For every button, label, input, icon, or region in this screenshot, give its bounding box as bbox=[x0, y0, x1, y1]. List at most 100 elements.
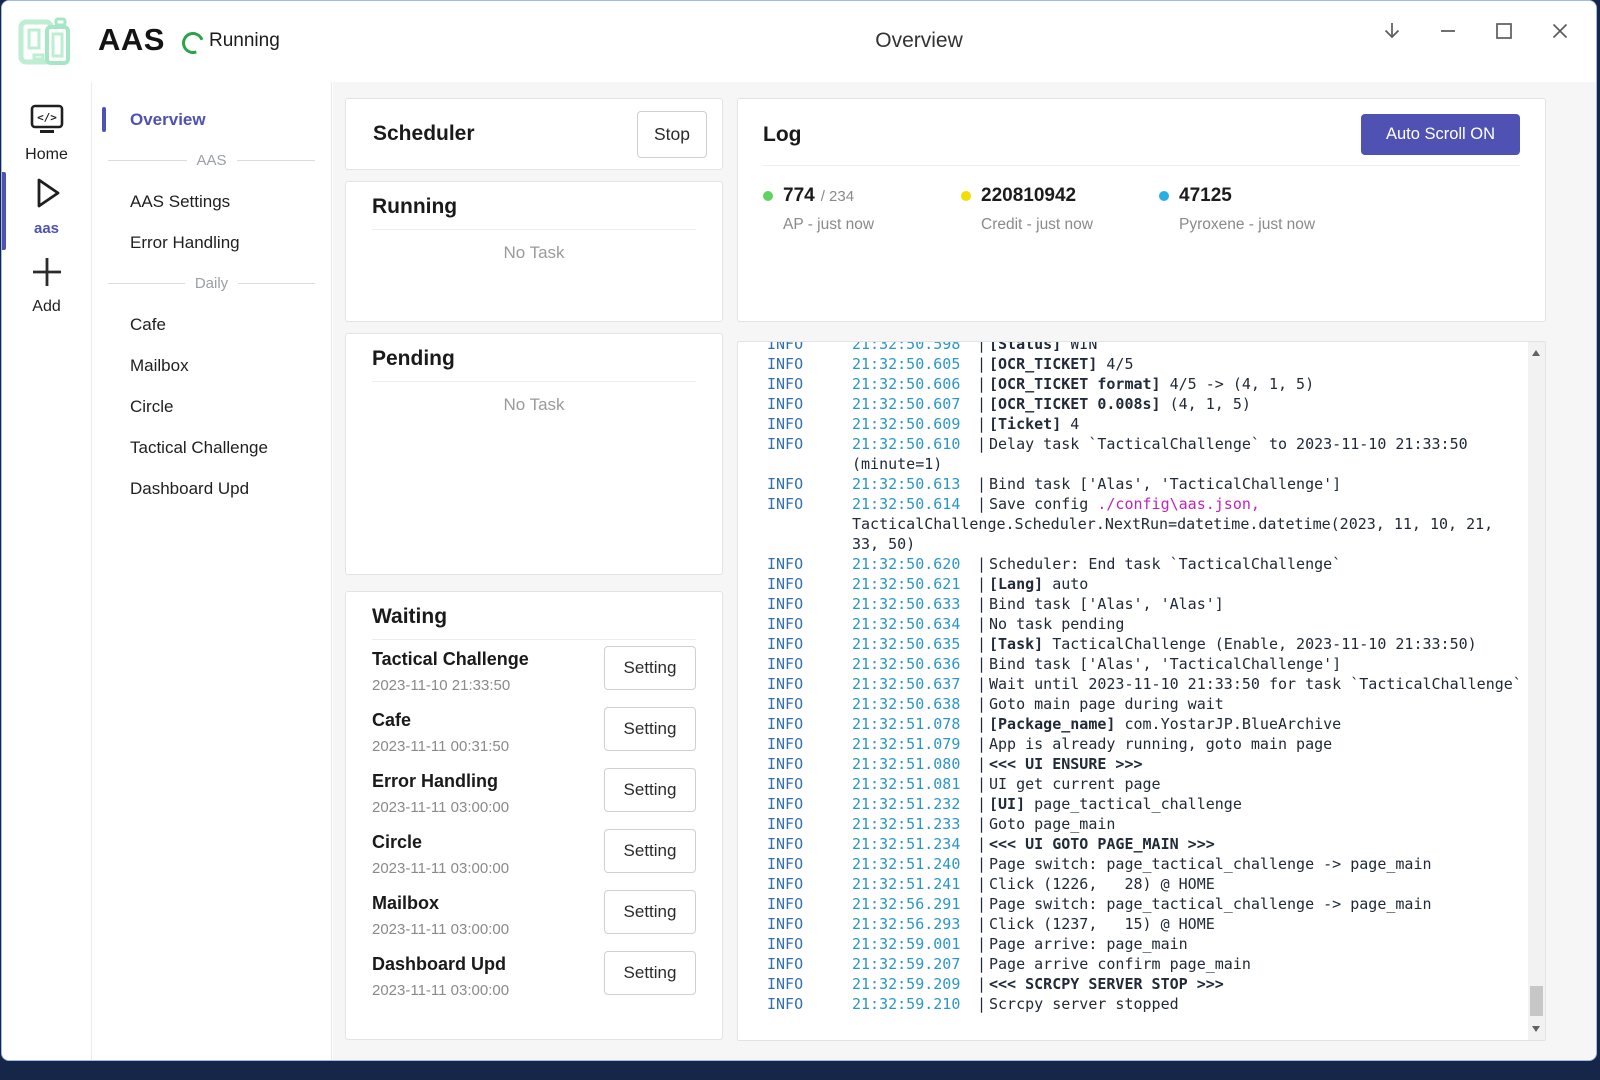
log-lines: INFO21:32:50.598|[Status] WININFO21:32:5… bbox=[738, 341, 1528, 1014]
log-message: [OCR_TICKET] 4/5 bbox=[989, 354, 1528, 374]
setting-button[interactable]: Setting bbox=[604, 829, 696, 873]
log-separator: | bbox=[977, 854, 989, 874]
log-row: INFO21:32:50.638|Goto main page during w… bbox=[738, 694, 1528, 714]
log-message: Scrcpy server stopped bbox=[989, 994, 1528, 1014]
rail-item-add[interactable]: Add bbox=[2, 254, 91, 316]
waiting-row-dashboard-upd: Dashboard Upd2023-11-11 03:00:00Setting bbox=[372, 945, 696, 1006]
log-separator: | bbox=[977, 574, 989, 594]
scroll-up-icon[interactable] bbox=[1532, 350, 1540, 356]
rail-item-aas[interactable]: aas bbox=[2, 174, 91, 237]
plus-icon bbox=[27, 254, 67, 290]
log-message: Page switch: page_tactical_challenge -> … bbox=[989, 854, 1528, 874]
auto-scroll-button[interactable]: Auto Scroll ON bbox=[1361, 114, 1520, 155]
setting-button[interactable]: Setting bbox=[604, 646, 696, 690]
log-time: 21:32:51.240 bbox=[852, 854, 977, 874]
log-message-segment: Goto main page during wait bbox=[989, 695, 1224, 713]
running-empty-text: No Task bbox=[372, 243, 696, 263]
log-header: Log Auto Scroll ON bbox=[763, 114, 1520, 155]
log-time: 21:32:50.635 bbox=[852, 634, 977, 654]
log-time: 21:32:51.078 bbox=[852, 714, 977, 734]
log-level: INFO bbox=[767, 614, 852, 634]
log-separator: | bbox=[977, 894, 989, 914]
close-icon[interactable] bbox=[1548, 19, 1572, 43]
log-separator: | bbox=[977, 974, 989, 994]
log-message: Goto main page during wait bbox=[989, 694, 1528, 714]
log-time: 21:32:50.609 bbox=[852, 414, 977, 434]
log-time: 21:32:50.633 bbox=[852, 594, 977, 614]
log-message-segment: auto bbox=[1043, 575, 1088, 593]
log-message: Goto page_main bbox=[989, 814, 1528, 834]
log-message-segment: Scrcpy server stopped bbox=[989, 995, 1179, 1013]
scroll-down-icon[interactable] bbox=[1532, 1026, 1540, 1032]
log-time: 21:32:50.636 bbox=[852, 654, 977, 674]
log-row: INFO21:32:59.001|Page arrive: page_main bbox=[738, 934, 1528, 954]
log-time: 21:32:50.614 bbox=[852, 494, 977, 514]
log-time: 21:32:50.607 bbox=[852, 394, 977, 414]
setting-button[interactable]: Setting bbox=[604, 707, 696, 751]
log-level: INFO bbox=[767, 434, 852, 454]
app-name: AAS bbox=[98, 22, 165, 58]
log-scrollbar[interactable] bbox=[1528, 342, 1545, 1040]
sidebar-section-divider: AAS bbox=[108, 140, 315, 181]
log-message: Bind task ['Alas', 'TacticalChallenge'] bbox=[989, 654, 1528, 674]
download-icon[interactable] bbox=[1380, 19, 1404, 43]
setting-button[interactable]: Setting bbox=[604, 951, 696, 995]
sidebar-item-tactical-challenge[interactable]: Tactical Challenge bbox=[92, 427, 331, 468]
log-level: INFO bbox=[767, 354, 852, 374]
log-row: INFO21:32:59.207|Page arrive confirm pag… bbox=[738, 954, 1528, 974]
scheduler-card: Scheduler Stop bbox=[345, 98, 723, 170]
log-row: INFO21:32:50.637|Wait until 2023-11-10 2… bbox=[738, 674, 1528, 694]
divider bbox=[372, 381, 696, 382]
setting-button[interactable]: Setting bbox=[604, 890, 696, 934]
log-message: Page arrive confirm page_main bbox=[989, 954, 1528, 974]
log-separator: | bbox=[977, 634, 989, 654]
minimize-icon[interactable] bbox=[1436, 19, 1460, 43]
log-message-segment: Page switch: page_tactical_challenge -> … bbox=[989, 855, 1432, 873]
log-row: INFO21:32:51.078|[Package_name] com.Yost… bbox=[738, 714, 1528, 734]
log-separator: | bbox=[977, 814, 989, 834]
log-row: INFO21:32:50.621|[Lang] auto bbox=[738, 574, 1528, 594]
maximize-icon[interactable] bbox=[1492, 19, 1516, 43]
sidebar-item-circle[interactable]: Circle bbox=[92, 386, 331, 427]
running-title: Running bbox=[372, 195, 696, 219]
sidebar-item-aas-settings[interactable]: AAS Settings bbox=[92, 181, 331, 222]
log-message: <<< SCRCPY SERVER STOP >>> bbox=[989, 974, 1528, 994]
log-message-segment: Page switch: page_tactical_challenge -> … bbox=[989, 895, 1432, 913]
log-separator: | bbox=[977, 341, 989, 354]
log-message: [Task] TacticalChallenge (Enable, 2023-1… bbox=[989, 634, 1528, 654]
sidebar-item-dashboard-upd[interactable]: Dashboard Upd bbox=[92, 468, 331, 509]
waiting-title: Waiting bbox=[372, 605, 696, 629]
log-separator: | bbox=[977, 934, 989, 954]
log-message: Delay task `TacticalChallenge` to 2023-1… bbox=[989, 434, 1528, 454]
waiting-row-cafe: Cafe2023-11-11 00:31:50Setting bbox=[372, 701, 696, 762]
sidebar-item-error-handling[interactable]: Error Handling bbox=[92, 222, 331, 263]
sidebar-item-overview[interactable]: Overview bbox=[92, 99, 331, 140]
stat-value-row: 774/ 234 bbox=[763, 185, 961, 207]
log-level: INFO bbox=[767, 374, 852, 394]
divider bbox=[372, 229, 696, 230]
log-row: INFO21:32:50.635|[Task] TacticalChalleng… bbox=[738, 634, 1528, 654]
log-row: INFO21:32:50.636|Bind task ['Alas', 'Tac… bbox=[738, 654, 1528, 674]
log-time: 21:32:51.241 bbox=[852, 874, 977, 894]
log-level: INFO bbox=[767, 794, 852, 814]
rail-item-home[interactable]: </> Home bbox=[2, 102, 91, 164]
log-message: [OCR_TICKET 0.008s] (4, 1, 5) bbox=[989, 394, 1528, 414]
scrollbar-thumb[interactable] bbox=[1530, 986, 1543, 1016]
log-level: INFO bbox=[767, 341, 852, 354]
log-title: Log bbox=[763, 123, 801, 147]
setting-button[interactable]: Setting bbox=[604, 768, 696, 812]
log-level: INFO bbox=[767, 554, 852, 574]
log-message-segment: 4 bbox=[1061, 415, 1079, 433]
divider-line bbox=[108, 283, 185, 284]
left-rail: </> Home aas Add bbox=[2, 82, 92, 1060]
sidebar-item-mailbox[interactable]: Mailbox bbox=[92, 345, 331, 386]
log-message-segment: <<< UI ENSURE >>> bbox=[989, 755, 1143, 773]
stat-label: Credit - just now bbox=[981, 216, 1159, 234]
log-time: 21:32:51.232 bbox=[852, 794, 977, 814]
log-time: 21:32:59.207 bbox=[852, 954, 977, 974]
log-row: INFO21:32:50.609|[Ticket] 4 bbox=[738, 414, 1528, 434]
stop-button[interactable]: Stop bbox=[637, 111, 707, 158]
sidebar-item-cafe[interactable]: Cafe bbox=[92, 304, 331, 345]
log-level: INFO bbox=[767, 394, 852, 414]
log-time: 21:32:50.620 bbox=[852, 554, 977, 574]
